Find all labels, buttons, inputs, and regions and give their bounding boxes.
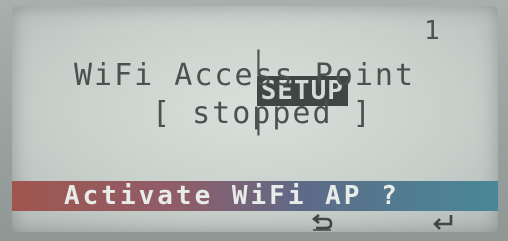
activate-wifi-ap-option[interactable]: Activate WiFi AP ? [64, 181, 400, 211]
undo-arrow-icon[interactable] [310, 213, 334, 231]
enter-return-icon[interactable] [430, 213, 456, 231]
status-text: [ stopped ] [152, 96, 373, 131]
lcd-screen: | SETUP | 1 WiFi Access Point [ stopped … [12, 6, 498, 232]
screen-title: WiFi Access Point [74, 58, 416, 93]
page-number: 1 [424, 16, 442, 46]
